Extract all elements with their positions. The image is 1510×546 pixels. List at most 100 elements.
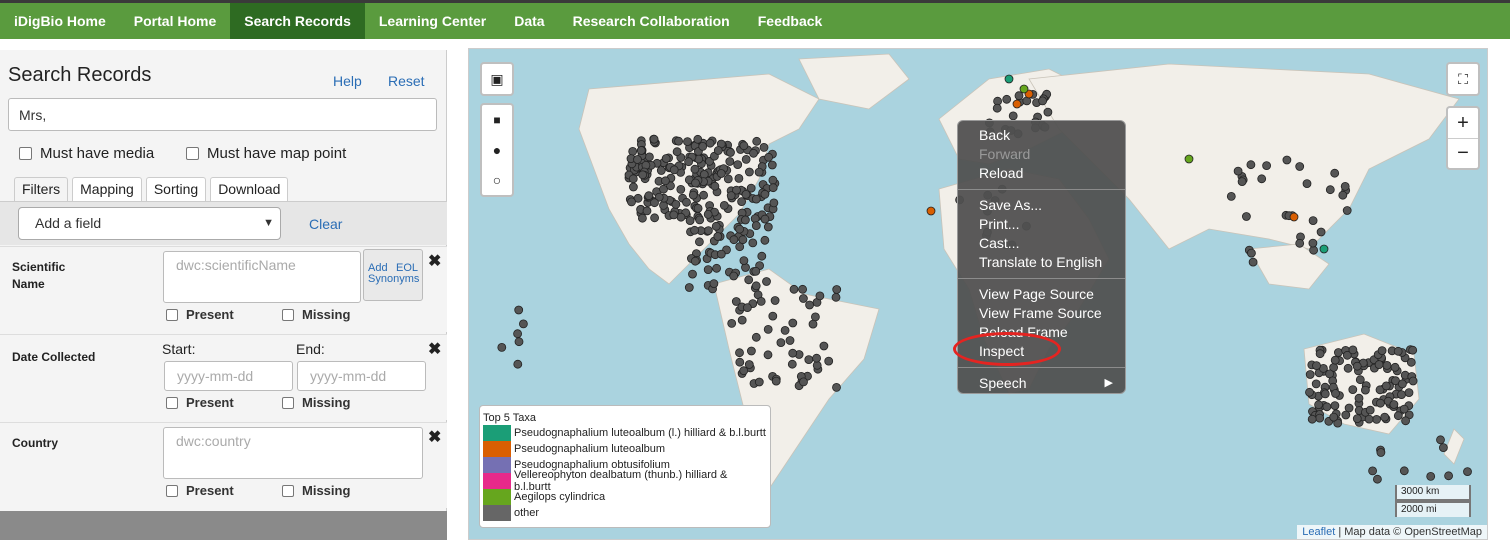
- occurrence-point[interactable]: [754, 377, 764, 387]
- occurrence-point[interactable]: [1397, 390, 1406, 400]
- occurrence-point[interactable]: [1342, 206, 1352, 215]
- occurrence-point-taxon[interactable]: [926, 206, 936, 216]
- occurrence-point[interactable]: [1305, 387, 1314, 397]
- occurrence-point[interactable]: [726, 148, 735, 157]
- occurrence-point[interactable]: [690, 256, 700, 266]
- occurrence-point[interactable]: [759, 143, 769, 152]
- tab-download[interactable]: Download: [210, 177, 289, 201]
- checkbox-box[interactable]: [282, 484, 294, 497]
- occurrence-point[interactable]: [1226, 191, 1236, 201]
- tab-filters[interactable]: Filters: [14, 177, 69, 201]
- draw-rectangle-icon[interactable]: ■: [482, 105, 512, 135]
- must-have-media-checkbox[interactable]: Must have media: [19, 145, 154, 162]
- occurrence-point[interactable]: [676, 212, 686, 222]
- occurrence-point[interactable]: [1365, 405, 1375, 415]
- occurrence-point[interactable]: [748, 238, 758, 248]
- occurrence-point[interactable]: [649, 134, 659, 144]
- occurrence-point[interactable]: [764, 152, 774, 162]
- occurrence-point[interactable]: [1368, 466, 1377, 476]
- occurrence-point[interactable]: [1436, 435, 1445, 445]
- occurrence-point[interactable]: [638, 170, 648, 180]
- occurrence-point[interactable]: [709, 279, 719, 289]
- occurrence-point[interactable]: [749, 148, 758, 158]
- clear-link[interactable]: Clear: [309, 216, 342, 232]
- occurrence-point[interactable]: [1043, 107, 1053, 117]
- reset-link[interactable]: Reset: [388, 73, 425, 89]
- checkbox-box[interactable]: [166, 308, 178, 321]
- occurrence-point[interactable]: [763, 350, 773, 360]
- occurrence-point[interactable]: [627, 197, 636, 207]
- occurrence-point[interactable]: [713, 232, 723, 241]
- occurrence-point[interactable]: [1374, 360, 1384, 370]
- occurrence-point[interactable]: [1401, 416, 1410, 426]
- close-icon[interactable]: ✖: [428, 427, 441, 447]
- menu-item-cast[interactable]: Cast...: [958, 234, 1125, 253]
- occurrence-point[interactable]: [768, 311, 778, 321]
- occurrence-point[interactable]: [769, 198, 779, 208]
- occurrence-point[interactable]: [712, 263, 722, 273]
- occurrence-point[interactable]: [767, 160, 777, 170]
- checkbox-box[interactable]: [19, 147, 32, 160]
- occurrence-point[interactable]: [1348, 345, 1358, 355]
- occurrence-point[interactable]: [1408, 345, 1418, 355]
- menu-item-reload[interactable]: Reload: [958, 164, 1125, 183]
- occurrence-point[interactable]: [1340, 181, 1350, 191]
- occurrence-point[interactable]: [1343, 363, 1353, 373]
- occurrence-point[interactable]: [741, 189, 751, 199]
- occurrence-point[interactable]: [710, 181, 720, 191]
- occurrence-point[interactable]: [703, 209, 713, 219]
- occurrence-point[interactable]: [650, 198, 659, 208]
- menu-item-speech[interactable]: Speech ▶: [958, 374, 1125, 393]
- occurrence-point[interactable]: [1463, 467, 1472, 477]
- occurrence-point[interactable]: [1338, 190, 1348, 200]
- occurrence-point[interactable]: [815, 291, 825, 301]
- close-icon[interactable]: ✖: [428, 251, 441, 271]
- occurrence-point[interactable]: [716, 169, 726, 178]
- leaflet-link[interactable]: Leaflet: [1302, 526, 1335, 538]
- occurrence-point[interactable]: [1295, 238, 1305, 248]
- occurrence-point[interactable]: [744, 167, 754, 177]
- camera-icon[interactable]: ▣: [482, 64, 512, 94]
- occurrence-point[interactable]: [831, 292, 841, 302]
- occurrence-point[interactable]: [682, 197, 691, 207]
- occurrence-point[interactable]: [723, 174, 733, 184]
- menu-item-save-as[interactable]: Save As...: [958, 196, 1125, 215]
- occurrence-point[interactable]: [690, 225, 700, 235]
- occurrence-point[interactable]: [1399, 404, 1409, 414]
- occurrence-point[interactable]: [713, 146, 723, 155]
- tab-mapping[interactable]: Mapping: [72, 177, 142, 201]
- occurrence-point[interactable]: [628, 174, 638, 184]
- occurrence-point[interactable]: [513, 329, 522, 339]
- occurrence-point[interactable]: [1352, 361, 1362, 371]
- occurrence-point[interactable]: [1341, 410, 1351, 420]
- occurrence-point-taxon[interactable]: [1319, 244, 1329, 254]
- occurrence-point[interactable]: [633, 155, 642, 164]
- occurrence-point[interactable]: [514, 337, 524, 347]
- occurrence-point[interactable]: [1361, 385, 1370, 395]
- occurrence-point[interactable]: [671, 199, 681, 209]
- missing-checkbox[interactable]: Missing: [282, 395, 350, 410]
- occurrence-point[interactable]: [1311, 379, 1321, 389]
- scientific-name-input[interactable]: dwc:scientificName: [163, 251, 361, 303]
- occurrence-point[interactable]: [798, 284, 808, 294]
- occurrence-point[interactable]: [751, 221, 761, 231]
- occurrence-point[interactable]: [1382, 360, 1392, 370]
- occurrence-point[interactable]: [744, 360, 754, 369]
- occurrence-point[interactable]: [1376, 448, 1386, 457]
- occurrence-point[interactable]: [751, 332, 761, 342]
- nav-portal-home[interactable]: Portal Home: [120, 3, 230, 39]
- occurrence-point[interactable]: [628, 147, 638, 156]
- occurrence-point[interactable]: [688, 190, 698, 200]
- occurrence-point[interactable]: [739, 366, 749, 376]
- occurrence-point[interactable]: [711, 221, 721, 231]
- menu-item-view-frame-source[interactable]: View Frame Source: [958, 304, 1125, 323]
- menu-item-back[interactable]: Back: [958, 126, 1125, 145]
- occurrence-point[interactable]: [1330, 355, 1340, 365]
- occurrence-point[interactable]: [1376, 398, 1385, 408]
- occurrence-point[interactable]: [1246, 160, 1256, 170]
- occurrence-point[interactable]: [1390, 362, 1400, 372]
- tab-sorting[interactable]: Sorting: [145, 177, 207, 201]
- occurrence-point[interactable]: [760, 235, 770, 245]
- occurrence-point[interactable]: [1242, 212, 1251, 221]
- occurrence-point[interactable]: [733, 160, 743, 169]
